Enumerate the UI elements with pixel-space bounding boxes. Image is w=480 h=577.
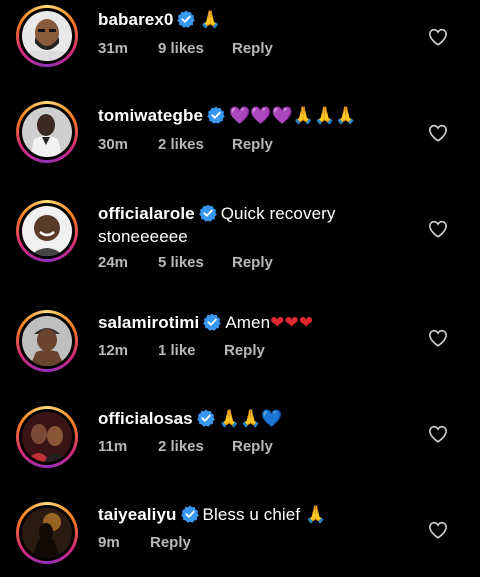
verified-badge-icon: [207, 106, 225, 124]
comment-body: babarex0 🙏: [98, 8, 398, 32]
comment-meta: 30m 2 likes Reply: [98, 136, 273, 153]
heart-outline-icon[interactable]: [428, 220, 448, 238]
avatar[interactable]: [16, 101, 78, 163]
avatar[interactable]: [16, 406, 78, 468]
comment-text: 🙏: [305, 505, 327, 525]
comment-text: 🙏: [199, 10, 221, 30]
man-silhouette-avatar: [22, 508, 72, 558]
comment-body: tomiwategbe 💜💜💜🙏🙏🙏: [98, 104, 398, 128]
comment-text: 💜💜💜: [229, 106, 293, 126]
verified-badge-icon: [177, 10, 196, 28]
likes-count[interactable]: 5 likes: [158, 254, 232, 271]
heart-outline-icon[interactable]: [428, 521, 448, 539]
comment-meta: 24m 5 likes Reply: [98, 254, 273, 271]
heart-outline-icon[interactable]: [428, 329, 448, 347]
comment-text: 💙: [261, 409, 283, 429]
smiling-man-avatar: [22, 206, 72, 256]
heart-outline-icon[interactable]: [428, 425, 448, 443]
comment-text: Amen: [225, 313, 271, 332]
comment-meta: 31m 9 likes Reply: [98, 40, 273, 57]
reply-button[interactable]: Reply: [232, 136, 273, 153]
verified-badge-icon: [198, 204, 217, 222]
username[interactable]: salamirotimi: [98, 313, 199, 332]
man-in-cap-avatar: [22, 316, 72, 366]
reply-button[interactable]: Reply: [224, 342, 265, 359]
comment-time: 11m: [98, 438, 128, 455]
comment-body: salamirotimi Amen❤❤❤: [98, 311, 398, 335]
username[interactable]: tomiwategbe: [98, 106, 203, 125]
reply-button[interactable]: Reply: [232, 438, 273, 455]
comment-body: officialarole Quick recovery stoneeeeee: [98, 202, 398, 248]
comment-text: Bless u chief: [202, 505, 306, 524]
heart-outline-icon[interactable]: [428, 124, 448, 142]
avatar[interactable]: [16, 5, 78, 67]
comment-time: 24m: [98, 254, 129, 271]
username[interactable]: babarex0: [98, 10, 173, 29]
username[interactable]: taiyealiyu: [98, 505, 177, 524]
username[interactable]: officialarole: [98, 204, 195, 223]
reply-button[interactable]: Reply: [232, 254, 273, 271]
comment-time: 12m: [98, 342, 129, 359]
comment-meta: 12m 1 like Reply: [98, 342, 265, 359]
man-with-beard-avatar: [22, 11, 72, 61]
comment-body: officialosas 🙏🙏💙: [98, 407, 398, 431]
reply-button[interactable]: Reply: [232, 40, 273, 57]
verified-badge-icon: [180, 505, 199, 523]
avatar[interactable]: [16, 502, 78, 564]
verified-badge-icon: [203, 313, 222, 331]
comment-meta: 9m Reply: [98, 534, 191, 551]
comment-time: 30m: [98, 136, 129, 153]
avatar[interactable]: [16, 310, 78, 372]
man-in-white-shirt-avatar: [22, 107, 72, 157]
comment-meta: 11m 2 likes Reply: [98, 438, 273, 455]
comment-time: 31m: [98, 40, 129, 57]
reply-button[interactable]: Reply: [150, 534, 191, 551]
likes-count[interactable]: 2 likes: [158, 438, 232, 455]
likes-count[interactable]: 1 like: [158, 342, 224, 359]
likes-count[interactable]: 2 likes: [158, 136, 232, 153]
verified-badge-icon: [196, 409, 215, 427]
heart-outline-icon[interactable]: [428, 28, 448, 46]
comment-text: 🙏🙏: [218, 409, 262, 429]
comment-time: 9m: [98, 534, 120, 551]
comment-text: ❤❤❤: [270, 313, 314, 333]
two-women-avatar: [22, 412, 72, 462]
comment-text: 🙏🙏🙏: [292, 106, 357, 126]
avatar[interactable]: [16, 200, 78, 262]
comment-body: taiyealiyu Bless u chief 🙏: [98, 503, 398, 527]
likes-count[interactable]: 9 likes: [158, 40, 232, 57]
comments-list: babarex0 🙏 31m 9 likes Reply tomiwategbe 💜…: [0, 0, 480, 577]
username[interactable]: officialosas: [98, 409, 193, 428]
